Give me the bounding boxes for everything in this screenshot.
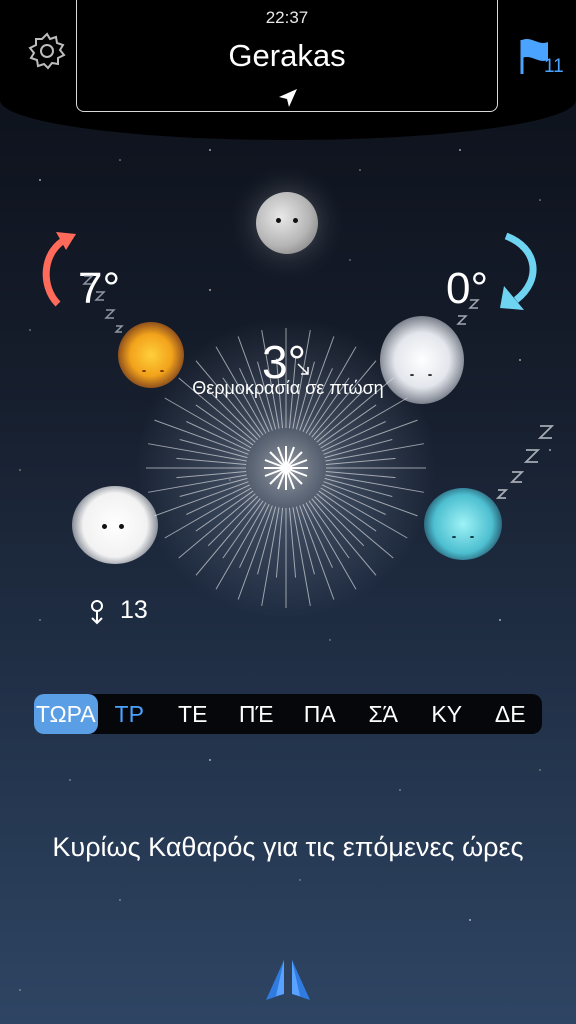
cold-eyes — [452, 536, 474, 538]
tab-thursday[interactable]: ΠΈ — [225, 694, 289, 734]
arrow-down-curve-icon — [500, 232, 537, 310]
forecast-summary: Κυρίως Καθαρός για τις επόμενες ώρες — [52, 832, 524, 862]
tab-tuesday[interactable]: ΤΡ — [98, 694, 162, 734]
wind-speed: 13 — [120, 596, 148, 624]
tab-sunday[interactable]: ΚΥ — [415, 694, 479, 734]
temp-trend-text: Θερμοκρασία σε πτώση — [192, 378, 384, 398]
tab-monday[interactable]: ΔΕ — [479, 694, 543, 734]
day-selector: ΤΩΡΑ ΤΡ ΤΕ ΠΈ ΠΑ ΣΆ ΚΥ ΔΕ — [34, 694, 542, 734]
fog-cloud-icon — [72, 486, 158, 564]
tab-friday[interactable]: ΠΑ — [288, 694, 352, 734]
falling-arrow-icon — [297, 363, 309, 375]
sleep-z-icon — [495, 425, 555, 499]
arrow-up-curve-icon — [42, 232, 76, 307]
cloud-eyes — [410, 374, 432, 376]
moon-eyes — [276, 218, 298, 223]
eye — [293, 218, 298, 223]
app-logo-icon[interactable] — [258, 956, 318, 1006]
eye — [428, 374, 432, 376]
wind-pin-icon — [91, 600, 103, 625]
sleep-z-icon — [456, 299, 480, 325]
tab-saturday[interactable]: ΣΆ — [352, 694, 416, 734]
tab-wednesday[interactable]: ΤΕ — [161, 694, 225, 734]
moon-icon — [256, 192, 318, 254]
eye — [119, 524, 124, 529]
city-name: Gerakas — [228, 38, 346, 73]
favorites-count[interactable]: 11 — [544, 56, 564, 78]
location-panel[interactable]: 22:37 Gerakas — [76, 0, 498, 112]
top-bar: 22:37 Gerakas 11 — [0, 0, 576, 140]
settings-button[interactable] — [26, 30, 68, 72]
gear-icon — [28, 32, 66, 70]
fog-eyes — [102, 524, 124, 529]
eye — [470, 536, 474, 538]
eye — [160, 370, 164, 372]
tab-now[interactable]: ΤΩΡΑ — [34, 694, 98, 734]
eye — [142, 370, 146, 372]
eye — [452, 536, 456, 538]
eye — [276, 218, 281, 223]
location-arrow-icon — [279, 89, 297, 107]
sun-eyes — [142, 370, 164, 372]
eye — [410, 374, 414, 376]
eye — [102, 524, 107, 529]
sleep-z-icon — [82, 275, 124, 333]
current-time: 22:37 — [265, 8, 309, 27]
